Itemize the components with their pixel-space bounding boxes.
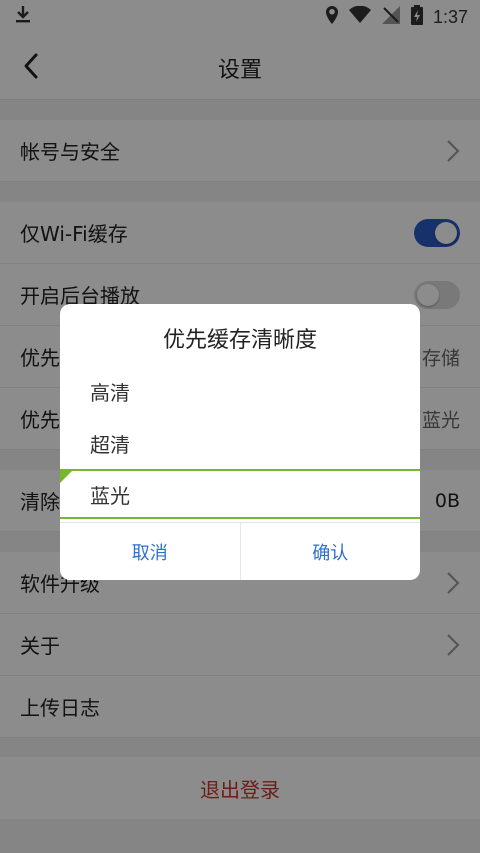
cache-quality-dialog: 优先缓存清晰度 高清 超清 蓝光 取消 确认 — [60, 304, 420, 580]
quality-option-super-hd[interactable]: 超清 — [60, 418, 420, 468]
dialog-title: 优先缓存清晰度 — [162, 328, 317, 353]
quality-option-bluray[interactable]: 蓝光 — [60, 469, 420, 519]
cancel-button[interactable]: 取消 — [60, 523, 240, 580]
cancel-label: 取消 — [131, 542, 168, 564]
confirm-button[interactable]: 确认 — [239, 523, 421, 580]
dialog-actions: 取消 确认 — [60, 522, 420, 580]
selected-marker-icon — [60, 471, 72, 483]
quality-option-hd[interactable]: 高清 — [60, 366, 420, 416]
option-label: 超清 — [90, 432, 130, 457]
option-label: 蓝光 — [90, 483, 130, 508]
option-label: 高清 — [90, 380, 130, 405]
confirm-label: 确认 — [312, 542, 349, 564]
